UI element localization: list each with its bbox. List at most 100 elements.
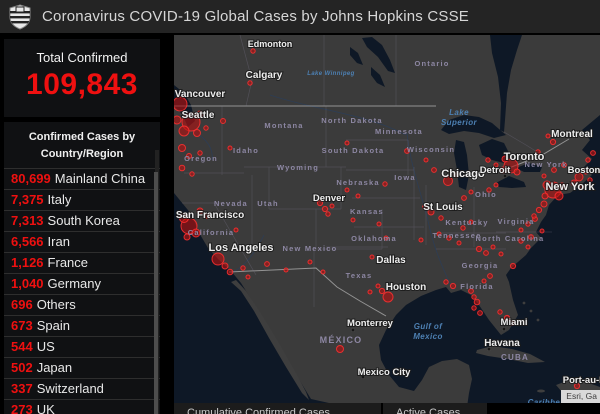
country-row[interactable]: 696Others: [4, 294, 160, 315]
case-marker[interactable]: [526, 245, 530, 249]
case-marker[interactable]: [450, 283, 455, 288]
case-marker[interactable]: [419, 238, 423, 242]
case-marker[interactable]: [383, 292, 393, 302]
case-marker[interactable]: [234, 228, 238, 232]
case-marker[interactable]: [550, 139, 555, 144]
case-marker[interactable]: [540, 229, 544, 233]
case-marker[interactable]: [546, 134, 550, 138]
case-marker[interactable]: [499, 252, 503, 256]
country-row[interactable]: 1,040Germany: [4, 273, 160, 294]
case-marker[interactable]: [284, 268, 288, 272]
case-marker[interactable]: [227, 269, 233, 275]
case-marker[interactable]: [326, 212, 330, 216]
case-marker[interactable]: [321, 270, 325, 274]
case-marker[interactable]: [356, 194, 360, 198]
case-marker[interactable]: [444, 280, 448, 284]
case-marker[interactable]: [337, 346, 344, 353]
case-marker[interactable]: [248, 81, 252, 85]
case-marker[interactable]: [439, 216, 443, 220]
case-marker[interactable]: [536, 207, 541, 212]
case-marker[interactable]: [221, 119, 226, 124]
country-row[interactable]: 673Spain: [4, 315, 160, 336]
case-marker[interactable]: [591, 151, 596, 156]
case-marker[interactable]: [241, 266, 245, 270]
case-marker[interactable]: [488, 274, 493, 279]
case-marker[interactable]: [457, 241, 461, 245]
case-marker[interactable]: [174, 116, 181, 124]
case-marker[interactable]: [351, 218, 355, 222]
case-marker[interactable]: [586, 158, 590, 162]
case-marker[interactable]: [179, 165, 185, 171]
case-marker[interactable]: [322, 206, 327, 211]
region-label: Tennessee: [432, 231, 481, 240]
case-marker[interactable]: [179, 145, 186, 152]
tab-cumulative-confirmed-cases[interactable]: Cumulative Confirmed Cases: [174, 403, 381, 414]
country-list-scrollbar[interactable]: [155, 150, 159, 414]
country-row[interactable]: 7,313South Korea: [4, 210, 160, 231]
case-marker[interactable]: [246, 275, 250, 279]
case-marker[interactable]: [222, 263, 228, 269]
case-marker[interactable]: [519, 228, 523, 232]
case-marker[interactable]: [474, 299, 480, 305]
country-row[interactable]: 544US: [4, 336, 160, 357]
scrollbar-thumb[interactable]: [154, 172, 158, 414]
case-marker[interactable]: [377, 222, 381, 226]
case-marker[interactable]: [486, 158, 490, 162]
case-marker[interactable]: [472, 295, 476, 299]
case-marker[interactable]: [376, 284, 380, 288]
city-label: Havana: [484, 338, 520, 349]
country-row[interactable]: 7,375Italy: [4, 189, 160, 210]
case-marker[interactable]: [379, 288, 384, 293]
case-marker[interactable]: [204, 126, 208, 130]
case-marker[interactable]: [228, 146, 232, 150]
case-marker[interactable]: [484, 251, 489, 256]
case-marker[interactable]: [478, 311, 483, 316]
case-marker[interactable]: [491, 245, 495, 249]
country-name: UK: [37, 402, 55, 414]
case-marker[interactable]: [476, 246, 481, 251]
case-marker[interactable]: [469, 190, 473, 194]
country-name: Italy: [48, 192, 72, 207]
map-svg[interactable]: MontanaNorth DakotaSouth DakotaMinnesota…: [174, 35, 600, 414]
case-marker[interactable]: [498, 310, 502, 314]
case-marker[interactable]: [308, 260, 312, 264]
country-row[interactable]: 80,699Mainland China: [4, 168, 160, 189]
case-marker[interactable]: [251, 49, 255, 53]
case-marker[interactable]: [514, 169, 520, 175]
case-marker[interactable]: [494, 183, 498, 187]
country-count: 337: [11, 381, 33, 396]
case-marker[interactable]: [541, 201, 547, 207]
region-label: Virginia: [498, 217, 535, 226]
case-marker[interactable]: [179, 126, 189, 136]
tab-active-cases[interactable]: Active Cases: [383, 403, 487, 414]
case-marker[interactable]: [555, 192, 563, 200]
country-name: Others: [37, 297, 76, 312]
case-marker[interactable]: [368, 290, 372, 294]
total-confirmed-label: Total Confirmed: [4, 39, 160, 65]
country-count: 7,313: [11, 213, 44, 228]
city-label: New York: [545, 181, 595, 193]
case-marker[interactable]: [472, 306, 476, 310]
case-marker[interactable]: [542, 174, 546, 178]
case-marker[interactable]: [194, 130, 201, 137]
case-marker[interactable]: [330, 204, 334, 208]
case-marker[interactable]: [190, 172, 194, 176]
country-row[interactable]: 273UK: [4, 399, 160, 414]
country-row[interactable]: 6,566Iran: [4, 231, 160, 252]
case-marker[interactable]: [212, 253, 224, 265]
country-row[interactable]: 502Japan: [4, 357, 160, 378]
country-row[interactable]: 337Switzerland: [4, 378, 160, 399]
case-marker[interactable]: [345, 141, 349, 145]
case-marker[interactable]: [265, 262, 270, 267]
total-confirmed-value: 109,843: [4, 68, 160, 102]
case-marker[interactable]: [370, 255, 374, 259]
country-row[interactable]: 1,126France: [4, 252, 160, 273]
case-marker[interactable]: [462, 196, 467, 201]
case-marker[interactable]: [432, 168, 437, 173]
map-canvas[interactable]: MontanaNorth DakotaSouth DakotaMinnesota…: [174, 35, 600, 414]
case-marker[interactable]: [383, 182, 387, 186]
case-marker[interactable]: [542, 193, 548, 199]
case-marker[interactable]: [424, 158, 428, 162]
case-marker[interactable]: [345, 188, 349, 192]
case-marker[interactable]: [510, 263, 515, 268]
